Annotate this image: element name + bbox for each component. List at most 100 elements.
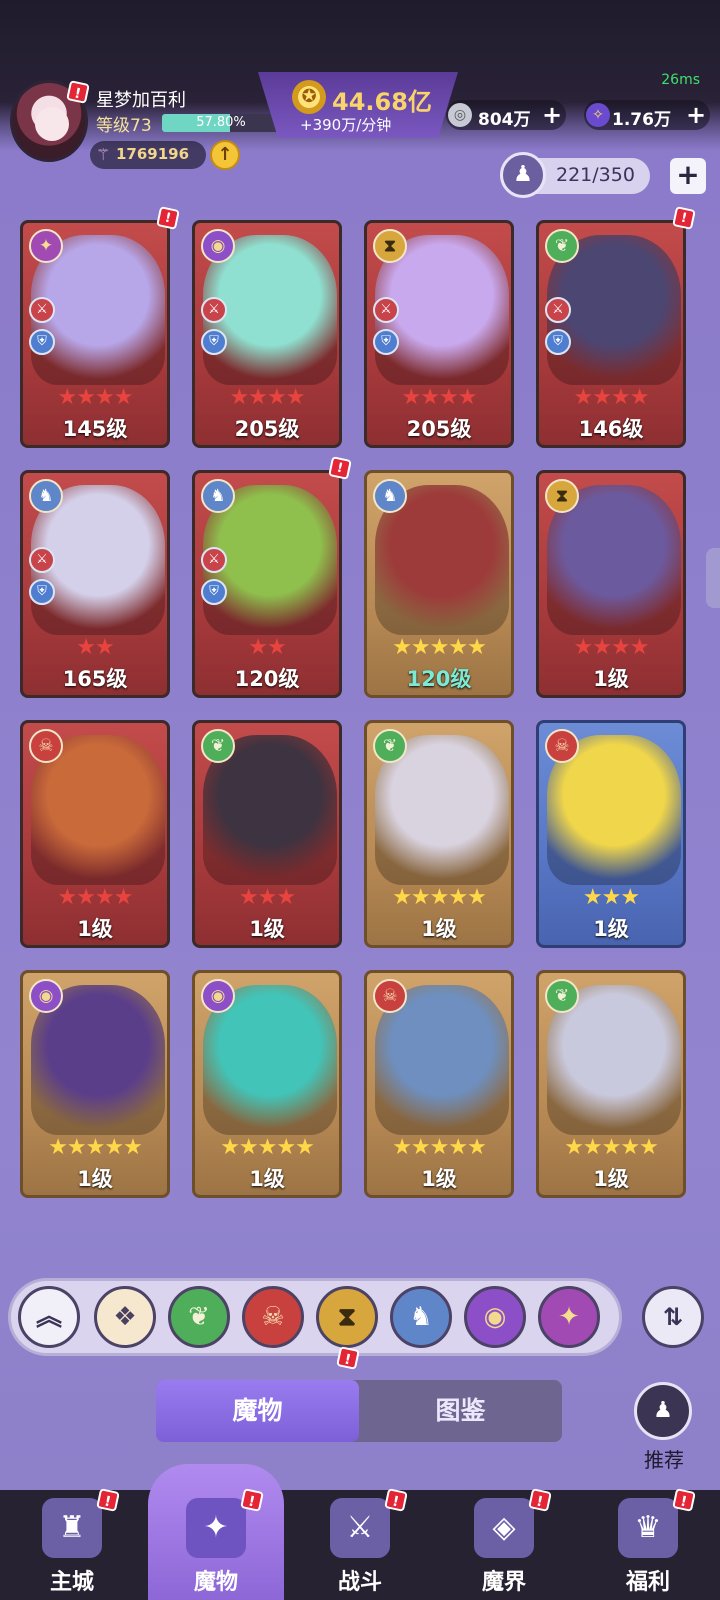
defense-equip-icon: ⛨	[201, 579, 227, 605]
filter-all-button[interactable]: ❖	[94, 1286, 156, 1348]
monster-card[interactable]: ◉ ⚔ ⛨ ★★★★ 205级	[192, 220, 342, 448]
demon-faction-icon: ☠	[29, 729, 63, 763]
monster-card[interactable]: ❦ ★★★ 1级	[192, 720, 342, 948]
attack-equip-icon: ⚔	[545, 297, 571, 323]
sword-icon: ⚚	[96, 145, 111, 164]
nav-item-1[interactable]: ✦ 魔物!	[148, 1464, 284, 1600]
filter-dragon-button[interactable]: ♞	[390, 1286, 452, 1348]
monster-level: 1级	[593, 667, 629, 691]
attack-equip-icon: ⚔	[201, 297, 227, 323]
star-rating: ★★★★	[229, 385, 306, 410]
monster-card[interactable]: ♞ ⚔ ⛨ ★★ 165级	[20, 470, 170, 698]
recommend-button[interactable]: ♟	[634, 1382, 692, 1440]
card-alert-badge: !	[328, 456, 352, 480]
monster-card[interactable]: ☠ ★★★ 1级	[536, 720, 686, 948]
nav-icon: ✦	[186, 1498, 246, 1558]
star-rating: ★★★★	[573, 635, 650, 660]
star-rating: ★★★★★	[48, 1135, 143, 1160]
gem-amount: 804万	[478, 110, 531, 130]
monster-level: 120级	[406, 667, 472, 691]
leaf-faction-icon: ❦	[545, 229, 579, 263]
nav-alert-badge: !	[528, 1488, 552, 1512]
tab-monsters-badge: !	[336, 1346, 360, 1370]
nav-icon: ♜	[42, 1498, 102, 1558]
monster-card[interactable]: ⧗ ⚔ ⛨ ★★★★ 205级	[364, 220, 514, 448]
star-rating: ★★★★★	[220, 1135, 315, 1160]
monster-card[interactable]: ❦ ⚔ ⛨ ★★★★ 146级	[536, 220, 686, 448]
monster-card[interactable]: ❦ ★★★★★ 1级	[536, 970, 686, 1198]
monster-level: 1级	[249, 1167, 285, 1191]
star-rating: ★★	[76, 635, 114, 660]
star-rating: ★★★★	[573, 385, 650, 410]
capacity-add-button[interactable]: +	[670, 158, 706, 194]
nav-item-0[interactable]: ♜ 主城!	[4, 1488, 140, 1600]
filter-chaos-button[interactable]: ✦	[538, 1286, 600, 1348]
defense-equip-icon: ⛨	[545, 329, 571, 355]
monster-card[interactable]: ♞ ★★★★★ 120级	[364, 470, 514, 698]
defense-equip-icon: ⛨	[29, 579, 55, 605]
side-drawer-handle[interactable]	[706, 548, 720, 608]
leaf-faction-icon: ❦	[201, 729, 235, 763]
tab-codex[interactable]: 图鉴	[359, 1380, 562, 1442]
nav-label: 主城	[49, 1570, 94, 1595]
exp-percent: 57.80%	[196, 115, 246, 130]
filter-eye-button[interactable]: ◉	[464, 1286, 526, 1348]
nav-icon: ◈	[474, 1498, 534, 1558]
monster-level: 1级	[421, 1167, 457, 1191]
dragon-faction-icon: ♞	[29, 479, 63, 513]
nav-item-3[interactable]: ◈ 魔界!	[436, 1488, 572, 1600]
ping-readout: 26ms	[661, 72, 700, 88]
combat-power: ⚚ 1769196	[90, 141, 206, 169]
arrow-up-icon: ↑	[217, 144, 233, 165]
star-rating: ★★★★	[57, 885, 134, 910]
monster-card[interactable]: ◉ ★★★★★ 1级	[20, 970, 170, 1198]
filter-hourglass-button[interactable]: ⧗	[316, 1286, 378, 1348]
monster-level: 1级	[249, 917, 285, 941]
monster-card[interactable]: ☠ ★★★★★ 1级	[364, 970, 514, 1198]
avatar-alert-badge: !	[66, 80, 90, 104]
nav-alert-badge: !	[384, 1488, 408, 1512]
monster-card[interactable]: ⧗ ★★★★ 1级	[536, 470, 686, 698]
avatar-face	[35, 107, 69, 141]
monster-card[interactable]: ◉ ★★★★★ 1级	[192, 970, 342, 1198]
monster-level: 1级	[421, 917, 457, 941]
nav-icon: ⚔	[330, 1498, 390, 1558]
gold-rate: +390万/分钟	[300, 116, 392, 134]
demon-faction-icon: ☠	[373, 979, 407, 1013]
eye-faction-icon: ◉	[201, 979, 235, 1013]
sort-button[interactable]: ⇅	[642, 1286, 704, 1348]
eye-faction-icon: ◉	[201, 229, 235, 263]
crystal-add-button[interactable]: +	[686, 101, 706, 129]
nav-item-4[interactable]: ♛ 福利!	[580, 1488, 716, 1600]
monster-card[interactable]: ♞ ⚔ ⛨ ★★ 120级	[192, 470, 342, 698]
monster-bag-icon: ♟	[500, 152, 546, 198]
monster-card[interactable]: ✦ ⚔ ⛨ ★★★★ 145级	[20, 220, 170, 448]
card-alert-badge: !	[156, 206, 180, 230]
monster-card[interactable]: ❦ ★★★★★ 1级	[364, 720, 514, 948]
monster-grid: ✦ ⚔ ⛨ ★★★★ 145级 ◉ ⚔ ⛨ ★★★★ 205级 ⧗ ⚔ ⛨ ★★★★ 205级 ❦ ⚔ ⛨ ★★★★…	[20, 220, 702, 1242]
filter-collapse-button[interactable]: ︽	[18, 1286, 80, 1348]
filter-demon-button[interactable]: ☠	[242, 1286, 304, 1348]
hourglass-faction-icon: ⧗	[373, 229, 407, 263]
filter-leaf-button[interactable]: ❦	[168, 1286, 230, 1348]
team-icon: ♟	[653, 1398, 673, 1423]
player-name: 星梦加百利	[96, 90, 186, 111]
monster-level: 145级	[62, 417, 128, 441]
player-level: 等级73	[96, 116, 152, 136]
star-rating: ★★★	[582, 885, 640, 910]
card-alert-badge: !	[672, 206, 696, 230]
crystal-resource[interactable]: ✧ 1.76万 +	[584, 100, 710, 130]
attack-equip-icon: ⚔	[29, 547, 55, 573]
nav-alert-badge: !	[240, 1488, 264, 1512]
power-upgrade-button[interactable]: ↑	[210, 140, 240, 170]
nav-item-2[interactable]: ⚔ 战斗!	[292, 1488, 428, 1600]
defense-equip-icon: ⛨	[201, 329, 227, 355]
nav-alert-badge: !	[672, 1488, 696, 1512]
gem-resource[interactable]: ◎ 804万 +	[446, 100, 566, 130]
gem-add-button[interactable]: +	[542, 101, 562, 129]
star-rating: ★★	[248, 635, 286, 660]
tab-monsters[interactable]: 魔物	[156, 1380, 359, 1442]
attack-equip-icon: ⚔	[373, 297, 399, 323]
defense-equip-icon: ⛨	[29, 329, 55, 355]
monster-card[interactable]: ☠ ★★★★ 1级	[20, 720, 170, 948]
